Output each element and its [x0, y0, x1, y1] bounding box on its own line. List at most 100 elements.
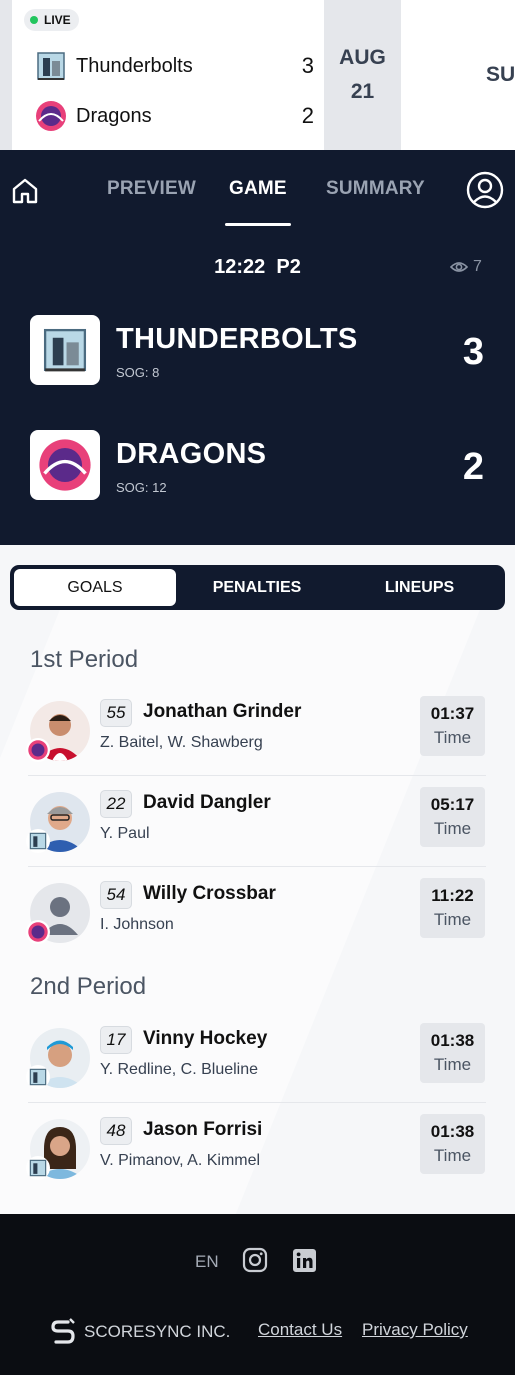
clock-time: 12:22: [214, 256, 266, 278]
goal-time-label: Time: [433, 728, 472, 747]
ticker-team-score: 2: [301, 103, 314, 128]
viewer-count: 7: [450, 258, 482, 276]
row-divider: [28, 775, 486, 776]
ticker-game-card[interactable]: LIVE Thunderbolts 3 Dragons 2: [12, 0, 324, 150]
clock-period: P2: [276, 256, 301, 278]
thunderbolts-logo: [30, 315, 100, 385]
segment-lineups[interactable]: LINEUPS: [338, 569, 501, 606]
tab-summary[interactable]: SUMMARY: [326, 178, 425, 200]
assists: V. Pimanov, A. Kimmel: [100, 1152, 261, 1169]
live-badge: LIVE: [24, 9, 79, 31]
goal-row[interactable]: 48 Jason Forrisi V. Pimanov, A. Kimmel 0…: [26, 1104, 486, 1194]
user-circle-icon[interactable]: [466, 171, 504, 209]
scorer-name: Jason Forrisi: [143, 1119, 263, 1140]
thunderbolts-logo-icon: [37, 52, 65, 80]
ticker-prev-edge: [0, 0, 12, 150]
assists: Z. Baitel, W. Shawberg: [100, 734, 263, 751]
game-clock: 12:22 P2: [0, 256, 515, 279]
row-divider: [28, 866, 486, 867]
live-label: LIVE: [44, 13, 71, 27]
away-team-score: 2: [462, 446, 484, 488]
tab-preview[interactable]: PREVIEW: [107, 178, 196, 200]
instagram-icon[interactable]: [242, 1247, 268, 1273]
away-team-row: DRAGONS SOG: 12 2: [30, 430, 490, 500]
goal-row[interactable]: 22 David Dangler Y. Paul 05:17 Time: [26, 777, 486, 867]
period-title: 2nd Period: [30, 973, 147, 1000]
home-team-score: 3: [462, 331, 484, 373]
ticker-next-label: SU: [486, 63, 515, 86]
home-team-sog: SOG: 8: [116, 365, 160, 380]
tab-game[interactable]: GAME: [229, 178, 287, 200]
dragons-logo-icon: [39, 439, 91, 491]
scores-ticker: LIVE Thunderbolts 3 Dragons 2 AUG 21 SU: [0, 0, 515, 150]
goal-time-value: 01:38: [430, 1122, 475, 1141]
jersey-number: 22: [100, 790, 132, 818]
goal-time: 11:22 Time: [420, 878, 485, 938]
goal-time-value: 05:17: [430, 795, 475, 814]
home-icon[interactable]: [10, 176, 40, 206]
viewer-count-value: 7: [473, 258, 482, 275]
away-team-name: DRAGONS: [116, 438, 267, 470]
thunderbolts-mini-logo-icon: [26, 829, 50, 853]
goal-time-value: 01:37: [430, 704, 475, 723]
goal-time-value: 11:22: [431, 886, 474, 905]
live-dot-icon: [30, 16, 38, 24]
goal-time-label: Time: [433, 910, 472, 929]
dragons-mini-logo-icon: [26, 738, 50, 762]
dragons-mini-logo-icon: [26, 920, 50, 944]
language-selector[interactable]: EN: [195, 1252, 219, 1272]
segment-penalties[interactable]: PENALTIES: [176, 569, 338, 606]
ticker-team-score: 3: [301, 53, 314, 78]
segment-control: GOALS PENALTIES LINEUPS: [10, 565, 505, 610]
jersey-number: 54: [100, 881, 132, 909]
company-brand[interactable]: SCORESYNC INC.: [50, 1318, 230, 1346]
contact-us-link[interactable]: Contact Us: [258, 1320, 342, 1340]
goals-content: GOALS PENALTIES LINEUPS 1st Period 55 Jo…: [0, 545, 515, 1214]
ticker-team-name: Dragons: [76, 104, 152, 127]
thunderbolts-mini-logo-icon: [26, 1156, 50, 1180]
assists: Y. Redline, C. Blueline: [100, 1061, 259, 1078]
active-tab-indicator: [225, 223, 291, 226]
site-footer: EN SCORESYNC INC. Contact Us Privacy Pol…: [0, 1214, 515, 1375]
goal-time: 01:38 Time: [420, 1023, 485, 1083]
ticker-date-day: 21: [350, 80, 375, 103]
goal-row[interactable]: 17 Vinny Hockey Y. Redline, C. Blueline …: [26, 1013, 486, 1103]
assists: Y. Paul: [100, 825, 150, 842]
assists: I. Johnson: [100, 916, 174, 933]
goal-time: 01:38 Time: [420, 1114, 485, 1174]
game-header: PREVIEW GAME SUMMARY 12:22 P2 7 THUNDERB…: [0, 150, 515, 545]
away-team-sog: SOG: 12: [116, 480, 167, 495]
ticker-team-name: Thunderbolts: [76, 54, 193, 77]
ticker-date-divider: AUG 21: [324, 0, 401, 150]
ticker-next-card[interactable]: SU: [401, 0, 515, 150]
scorer-name: Vinny Hockey: [143, 1028, 268, 1049]
row-divider: [28, 1102, 486, 1103]
home-team-name: THUNDERBOLTS: [116, 323, 358, 355]
ticker-team-row: Dragons 2: [34, 98, 314, 134]
jersey-number: 48: [100, 1117, 132, 1145]
scorer-name: Jonathan Grinder: [143, 701, 302, 722]
goal-row[interactable]: 54 Willy Crossbar I. Johnson 11:22 Time: [26, 868, 486, 958]
jersey-number: 55: [100, 699, 132, 727]
ticker-date-month: AUG: [339, 46, 386, 69]
privacy-policy-link[interactable]: Privacy Policy: [362, 1320, 468, 1340]
brand-name: SCORESYNC INC.: [84, 1322, 231, 1341]
linkedin-icon[interactable]: [292, 1248, 317, 1273]
goal-row[interactable]: 55 Jonathan Grinder Z. Baitel, W. Shawbe…: [26, 686, 486, 776]
ticker-team-row: Thunderbolts 3: [34, 48, 314, 84]
eye-icon: [450, 262, 468, 272]
goal-time-label: Time: [433, 1055, 472, 1074]
goal-time-value: 01:38: [430, 1031, 475, 1050]
period-title: 1st Period: [30, 646, 139, 673]
goal-time: 01:37 Time: [420, 696, 485, 756]
goal-time-label: Time: [433, 1146, 472, 1165]
scoresync-logo-icon: [51, 1318, 75, 1344]
home-team-row: THUNDERBOLTS SOG: 8 3: [30, 315, 490, 385]
segment-goals[interactable]: GOALS: [14, 569, 176, 606]
thunderbolts-mini-logo-icon: [26, 1065, 50, 1089]
dragons-logo-icon: [36, 101, 66, 131]
scorer-name: David Dangler: [143, 792, 271, 813]
scorer-name: Willy Crossbar: [143, 883, 276, 904]
dragons-logo: [30, 430, 100, 500]
goal-time-label: Time: [433, 819, 472, 838]
